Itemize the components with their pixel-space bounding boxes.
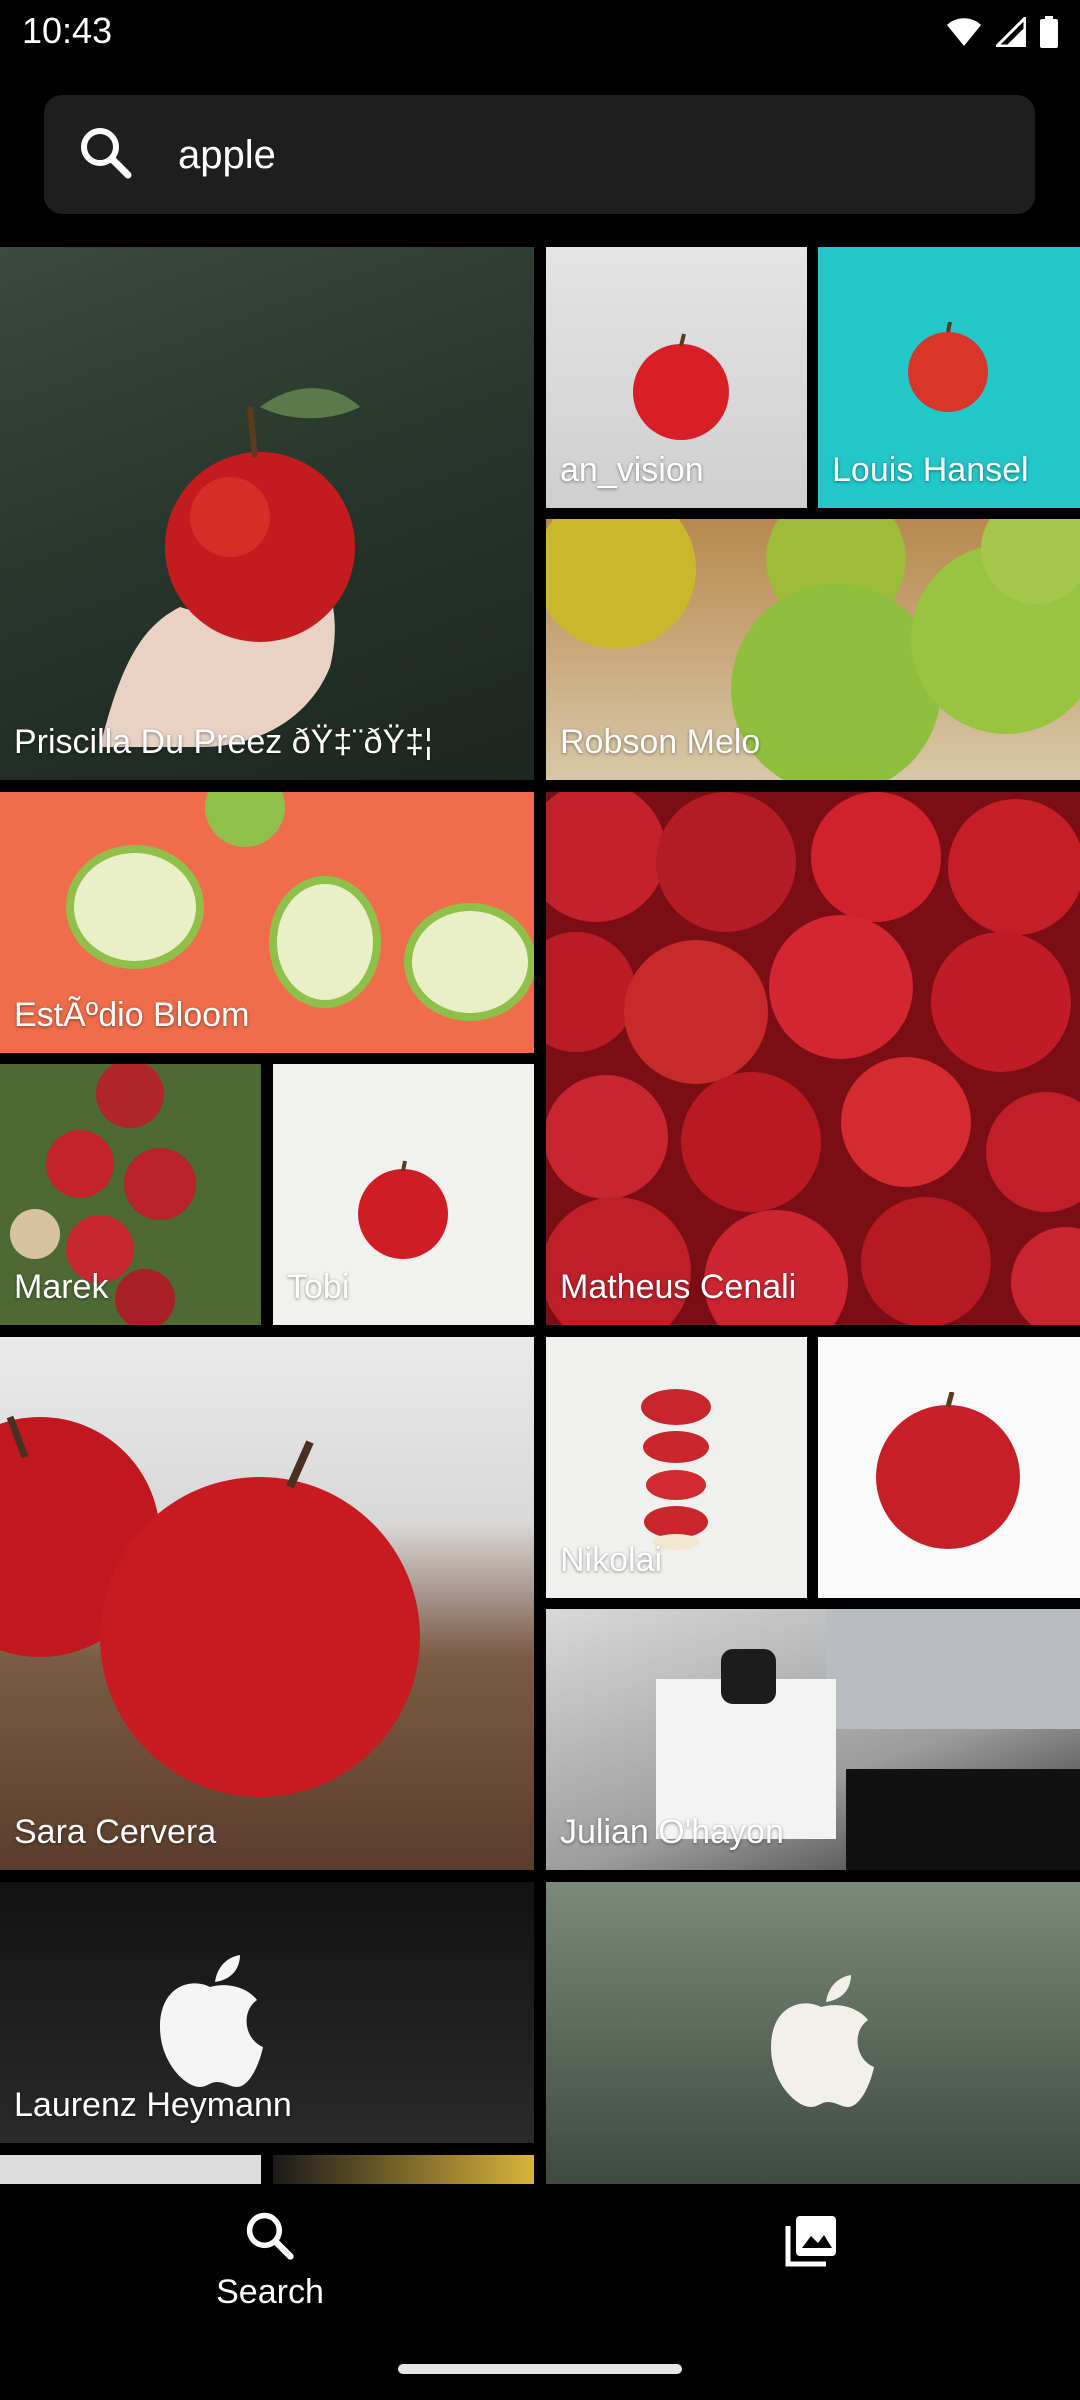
photo-apple	[358, 1160, 448, 1259]
photo-apple	[876, 1392, 1020, 1549]
photo-credit: Tobi	[287, 1268, 350, 1306]
photo-apple	[633, 333, 729, 440]
photo-tile[interactable]: Sara Cervera	[0, 1337, 534, 1870]
photo-tile[interactable]: Louis Hansel	[818, 247, 1080, 508]
photo-credit: Matheus Cenali	[560, 1268, 797, 1306]
photo-tile[interactable]: Matheus Cenali	[546, 792, 1080, 1325]
photo-tile[interactable]	[273, 2155, 534, 2184]
photo-credit: Nikolai	[560, 1541, 663, 1579]
photo-credit: an_vision	[560, 451, 704, 489]
search-bar[interactable]	[44, 95, 1035, 214]
gallery-icon[interactable]	[780, 2212, 840, 2272]
photo-apple	[908, 322, 988, 412]
photo-credit: Julian O'hayon	[560, 1813, 784, 1851]
photo-credit: Priscilla Du Preez ðŸ‡¨ðŸ‡¦	[14, 723, 433, 761]
nav-search-tab[interactable]: Search	[170, 2210, 370, 2330]
home-indicator[interactable]	[398, 2364, 682, 2374]
photo-credit: Laurenz Heymann	[14, 2086, 292, 2124]
signal-icon	[996, 17, 1026, 47]
photo-apple-logo	[160, 1955, 263, 2087]
status-bar: 10:43	[0, 0, 1080, 62]
photo-tile[interactable]: Marek	[0, 1064, 261, 1325]
battery-icon	[1040, 16, 1058, 48]
photo-credit: Louis Hansel	[832, 451, 1029, 489]
photo-credit: Robson Melo	[560, 723, 761, 761]
photo-apple-in-hand	[100, 388, 360, 747]
wifi-icon	[947, 18, 981, 46]
photo-tile[interactable]: Laurenz Heymann	[0, 1882, 534, 2143]
photo-tile[interactable]: Robson Melo	[546, 519, 1080, 780]
photo-grid[interactable]: Priscilla Du Preez ðŸ‡¨ðŸ‡¦ an_vision Lo…	[0, 247, 1080, 2184]
photo-tile[interactable]	[818, 1337, 1080, 1598]
photo-tile[interactable]: Priscilla Du Preez ðŸ‡¨ðŸ‡¦	[0, 247, 534, 780]
photo-apple-sliced	[641, 1389, 711, 1550]
photo-tile[interactable]	[0, 2155, 261, 2184]
photo-credit: EstÃºdio Bloom	[14, 996, 250, 1034]
photo-tile[interactable]: Tobi	[273, 1064, 534, 1325]
photo-tile[interactable]	[546, 1882, 1080, 2184]
photo-credit: Marek	[14, 1268, 109, 1306]
photo-apple-logo	[771, 1975, 874, 2107]
photo-tile[interactable]: Nikolai	[546, 1337, 807, 1598]
search-icon	[81, 128, 132, 179]
photo-red-apples	[0, 1415, 420, 1797]
photo-credit: Sara Cervera	[14, 1813, 217, 1851]
search-input[interactable]	[176, 121, 1000, 189]
status-time: 10:43	[22, 10, 113, 51]
search-icon	[246, 2212, 294, 2260]
photo-tile[interactable]: an_vision	[546, 247, 807, 508]
photo-red-apples	[546, 792, 1080, 1325]
status-icons	[946, 12, 1058, 52]
nav-search-label: Search	[216, 2273, 324, 2311]
photo-tile[interactable]: EstÃºdio Bloom	[0, 792, 534, 1053]
photo-tile[interactable]: Julian O'hayon	[546, 1609, 1080, 1870]
